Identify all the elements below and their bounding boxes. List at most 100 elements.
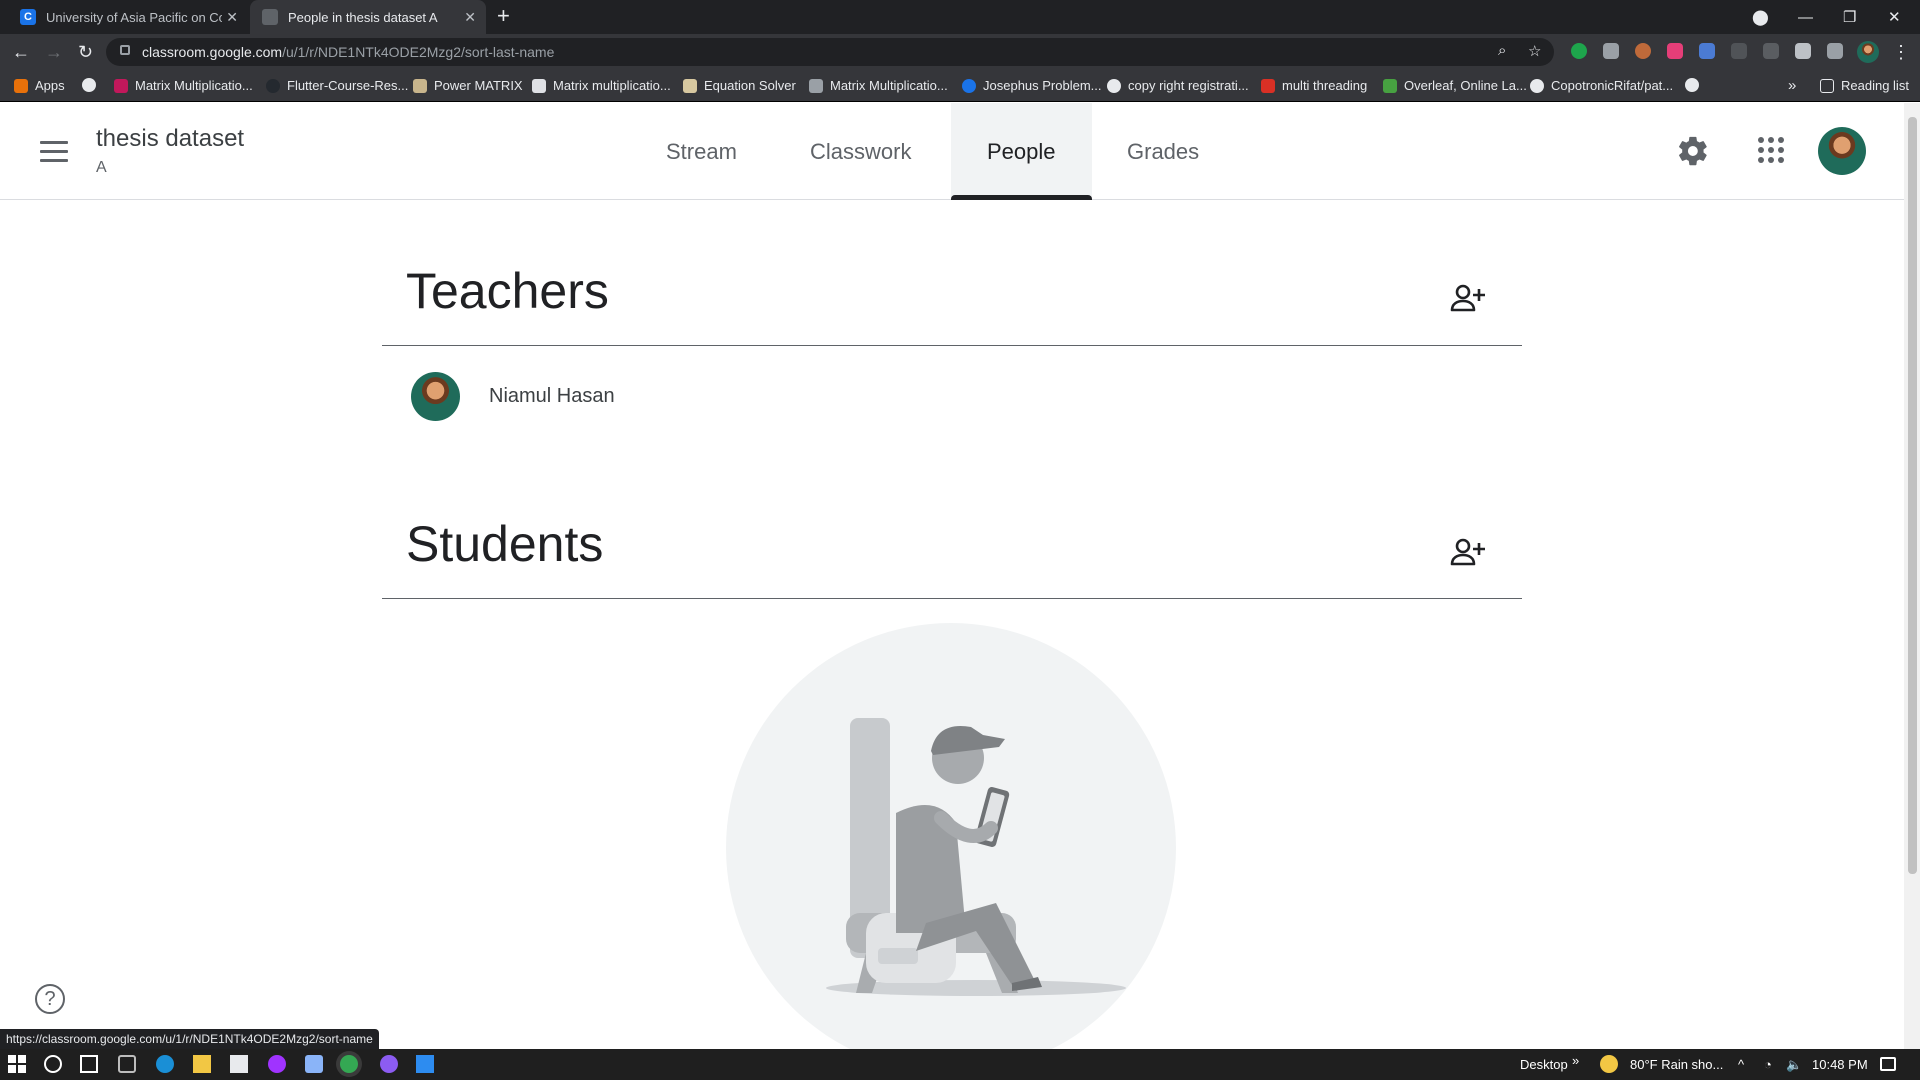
class-section: A xyxy=(96,159,107,176)
globe-icon xyxy=(82,78,96,92)
empty-students-illustration xyxy=(726,623,1176,1073)
bookmark-item[interactable]: Matrix Multiplicatio... xyxy=(809,78,948,93)
desktop-toolbar-label[interactable]: Desktop xyxy=(1520,1057,1568,1072)
profile-menu-icon[interactable]: ⬤ xyxy=(1752,0,1769,34)
media-control-icon[interactable] xyxy=(1827,43,1843,59)
teacher-name[interactable]: Niamul Hasan xyxy=(489,385,615,408)
overleaf-icon xyxy=(1383,78,1397,93)
toolbar-overflow[interactable]: » xyxy=(1572,1053,1579,1068)
globe-icon xyxy=(1685,78,1699,92)
browser-tab-1[interactable]: C University of Asia Pacific on Cour ✕ xyxy=(8,0,248,34)
volume-icon[interactable]: 🔈 xyxy=(1786,1057,1802,1073)
chrome-icon[interactable] xyxy=(340,1055,358,1073)
site-icon xyxy=(809,78,823,93)
close-tab-icon[interactable]: ✕ xyxy=(226,9,238,26)
help-icon[interactable]: ? xyxy=(35,984,65,1014)
bookmark-item[interactable]: Power MATRIX xyxy=(413,78,523,93)
taskbar-clock[interactable]: 10:48 PM xyxy=(1812,1057,1868,1072)
reading-list-icon xyxy=(1820,78,1834,93)
site-icon xyxy=(1261,78,1275,93)
bookmark-item[interactable]: multi threading xyxy=(1261,78,1367,93)
apps-grid-icon xyxy=(14,78,28,93)
browser-menu-icon[interactable]: ⋮ xyxy=(1892,42,1910,62)
bookmark-item[interactable]: Matrix Multiplicatio... xyxy=(114,78,253,93)
extension-icon[interactable] xyxy=(1731,43,1747,59)
file-explorer-icon[interactable] xyxy=(193,1055,211,1073)
address-bar[interactable]: classroom.google.com/u/1/r/NDE1NTk4ODE2M… xyxy=(106,38,1554,66)
bookmark-item[interactable]: Overleaf, Online La... xyxy=(1383,78,1527,93)
tab-people[interactable]: People xyxy=(951,103,1092,200)
extension-icon[interactable] xyxy=(1667,43,1683,59)
students-heading: Students xyxy=(406,516,604,572)
network-icon[interactable]: ◔ xyxy=(1764,1057,1772,1072)
google-apps-icon[interactable] xyxy=(1758,137,1784,163)
mail-icon[interactable] xyxy=(230,1055,248,1073)
main-menu-icon[interactable] xyxy=(40,141,68,163)
search-icon[interactable] xyxy=(44,1055,62,1073)
minimize-icon[interactable]: — xyxy=(1798,0,1813,34)
invite-teachers-icon[interactable] xyxy=(1450,283,1486,313)
site-icon xyxy=(114,78,128,93)
bookmark-item[interactable]: CopotronicRifat/pat... xyxy=(1530,78,1673,93)
forward-icon[interactable]: → xyxy=(45,42,63,62)
back-icon[interactable]: ← xyxy=(12,42,30,62)
bookmark-item[interactable]: Flutter-Course-Res... xyxy=(266,78,408,93)
weather-icon xyxy=(1600,1055,1618,1073)
weather-text[interactable]: 80°F Rain sho... xyxy=(1630,1057,1723,1072)
page-scrollbar[interactable] xyxy=(1904,103,1920,1049)
extension-icon[interactable] xyxy=(1635,43,1651,59)
browser-tab-2[interactable]: People in thesis dataset A ✕ xyxy=(250,0,486,34)
teacher-avatar[interactable] xyxy=(411,372,460,421)
edge-icon[interactable] xyxy=(156,1055,174,1073)
reading-list-button[interactable]: Reading list xyxy=(1820,78,1909,93)
classroom-header: thesis dataset A Stream Classwork People… xyxy=(0,103,1904,200)
terminal-icon[interactable] xyxy=(118,1055,136,1073)
status-bar-url: https://classroom.google.com/u/1/r/NDE1N… xyxy=(0,1029,379,1049)
reload-icon[interactable]: ↻ xyxy=(78,42,93,62)
bookmark-item[interactable]: Matrix multiplicatio... xyxy=(532,78,671,93)
invite-students-icon[interactable] xyxy=(1450,537,1486,567)
close-tab-icon[interactable]: ✕ xyxy=(464,9,476,26)
address-url: classroom.google.com/u/1/r/NDE1NTk4ODE2M… xyxy=(142,44,555,60)
account-avatar[interactable] xyxy=(1818,127,1866,175)
show-hidden-icons-chevron-icon[interactable]: ^ xyxy=(1738,1057,1744,1072)
pen-extension-icon[interactable] xyxy=(1763,43,1779,59)
bookmarks-overflow-button[interactable]: » xyxy=(1788,77,1796,94)
tab-title: University of Asia Pacific on Cour xyxy=(46,9,222,25)
github-icon xyxy=(1530,78,1544,93)
close-window-icon[interactable]: ✕ xyxy=(1888,0,1901,34)
puzzle-extensions-icon[interactable] xyxy=(1795,43,1811,59)
vscode-icon[interactable] xyxy=(416,1055,434,1073)
bookmark-item[interactable]: copy right registrati... xyxy=(1107,78,1249,93)
app-icon[interactable] xyxy=(380,1055,398,1073)
class-title[interactable]: thesis dataset xyxy=(96,125,244,153)
github-icon xyxy=(266,78,280,93)
site-icon xyxy=(683,78,697,93)
zoom-icon[interactable]: ⌕ xyxy=(1498,42,1506,59)
scrollbar-thumb[interactable] xyxy=(1908,117,1917,874)
grammarly-extension-icon[interactable] xyxy=(1571,43,1587,59)
bookmark-item[interactable]: Josephus Problem... xyxy=(962,78,1102,93)
tab-grades[interactable]: Grades xyxy=(1091,103,1235,200)
profile-avatar[interactable] xyxy=(1857,41,1879,63)
lock-icon xyxy=(120,45,130,55)
screenshot-extension-icon[interactable] xyxy=(1603,43,1619,59)
bookmark-apps[interactable]: Apps xyxy=(14,78,65,93)
new-tab-button[interactable]: + xyxy=(497,5,510,27)
bookmark-star-icon[interactable]: ☆ xyxy=(1528,42,1541,60)
settings-gear-icon[interactable] xyxy=(1676,134,1710,168)
bookmark-globe[interactable] xyxy=(82,78,103,92)
download-extension-icon[interactable] xyxy=(1699,43,1715,59)
bookmark-item[interactable]: Equation Solver xyxy=(683,78,796,93)
bookmark-globe[interactable] xyxy=(1685,78,1706,92)
messenger-icon[interactable] xyxy=(268,1055,286,1073)
tab-stream[interactable]: Stream xyxy=(630,103,773,200)
coursera-favicon-icon: C xyxy=(20,9,36,25)
person-favicon-icon xyxy=(262,9,278,25)
tab-classwork[interactable]: Classwork xyxy=(774,103,947,200)
task-view-icon[interactable] xyxy=(80,1055,98,1073)
app-icon[interactable] xyxy=(305,1055,323,1073)
restore-icon[interactable]: ❐ xyxy=(1843,0,1856,34)
notifications-icon[interactable] xyxy=(1880,1057,1896,1071)
windows-start-icon[interactable] xyxy=(8,1055,26,1073)
